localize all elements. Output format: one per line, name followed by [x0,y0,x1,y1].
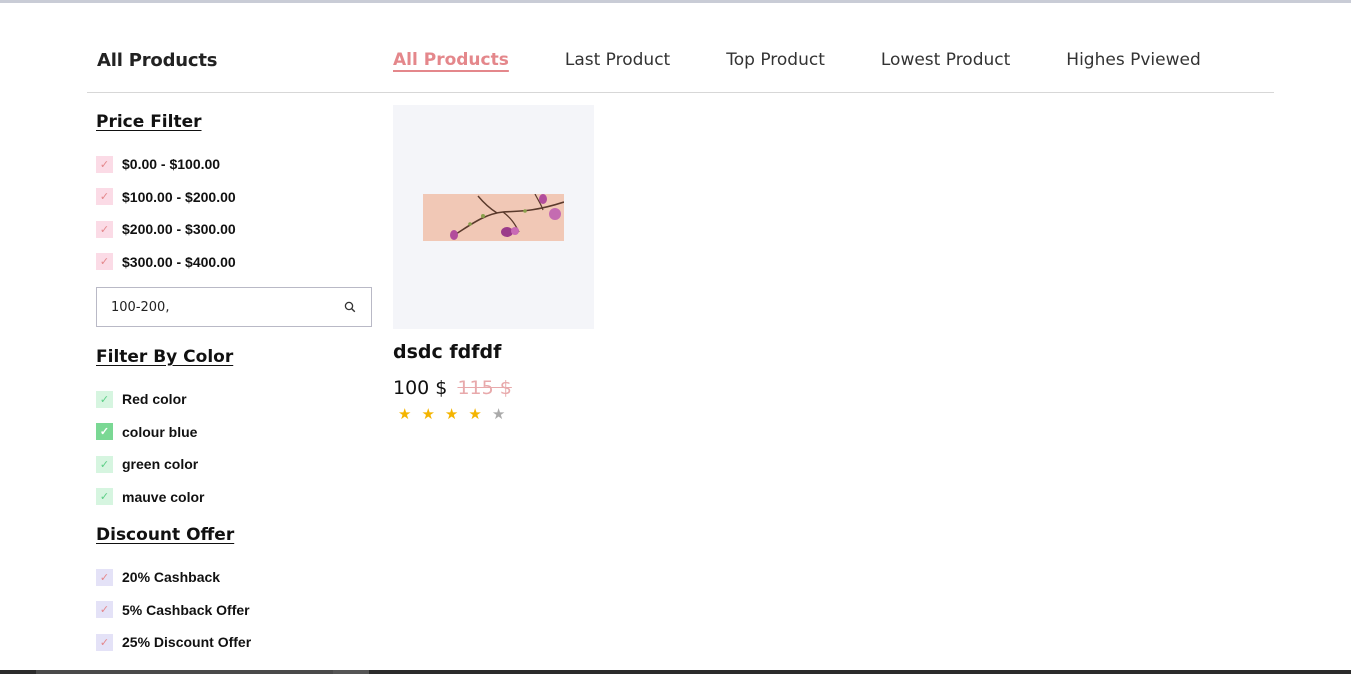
checkmark-icon[interactable]: ✓ [96,390,113,408]
discount-filter-list: ✓ 20% Cashback ✓ 5% Cashback Offer ✓ 25%… [96,561,372,659]
page-title: All Products [97,50,218,71]
color-filter-title: Filter By Color [96,347,234,367]
star-icon: ★ [468,406,482,423]
product-old-price: 115 $ [457,377,512,399]
filter-sidebar: Price Filter ✓ $0.00 - $100.00 ✓ $100.00… [96,112,372,659]
window-bottom-bar [0,670,1351,674]
checkmark-icon[interactable]: ✓ [96,423,113,441]
star-icon: ★ [444,406,459,423]
checkmark-icon[interactable]: ✓ [96,633,113,651]
products-header: All Products All Products Last Product T… [87,40,1274,93]
search-icon[interactable] [343,300,357,314]
price-filter-item[interactable]: ✓ $0.00 - $100.00 [96,148,372,181]
price-filter-item[interactable]: ✓ $100.00 - $200.00 [96,181,372,214]
checkmark-icon[interactable]: ✓ [96,488,113,506]
discount-filter-item[interactable]: ✓ 5% Cashback Offer [96,594,372,627]
checkmark-icon[interactable]: ✓ [96,601,113,619]
checkmark-icon[interactable]: ✓ [96,568,113,586]
product-rating: ★ ★ ★ ★ ★ [393,407,594,422]
taskbar-segment [333,670,369,674]
price-row: 100 $ 115 $ [393,377,594,399]
product-name[interactable]: dsdc fdfdf [393,341,594,363]
price-search-box [96,287,372,327]
checkmark-icon[interactable]: ✓ [96,455,113,473]
price-filter-label: $100.00 - $200.00 [122,188,236,205]
discount-filter-label: 25% Discount Offer [122,634,252,651]
product-price: 100 $ [393,377,448,399]
star-icon: ★ [421,406,435,423]
tab-top-product[interactable]: Top Product [726,50,825,70]
product-image [423,194,564,241]
discount-filter-label: 20% Cashback [122,569,221,586]
price-filter-label: $200.00 - $300.00 [122,221,236,238]
tab-lowest-product[interactable]: Lowest Product [881,50,1010,70]
color-filter-item[interactable]: ✓ mauve color [96,481,372,514]
tab-highes-pviewed[interactable]: Highes Pviewed [1066,50,1200,70]
star-icon: ★ [398,406,412,423]
price-filter-list: ✓ $0.00 - $100.00 ✓ $100.00 - $200.00 ✓ … [96,148,372,278]
taskbar-segment [36,670,336,674]
discount-filter-item[interactable]: ✓ 25% Discount Offer [96,626,372,659]
color-filter-label: mauve color [122,488,205,505]
discount-filter-label: 5% Cashback Offer [122,601,250,618]
product-image-box[interactable] [393,105,594,329]
color-filter-list: ✓ Red color ✓ colour blue ✓ green color … [96,383,372,513]
product-tabs: All Products Last Product Top Product Lo… [393,50,1257,70]
price-filter-label: $0.00 - $100.00 [122,156,221,173]
price-filter-item[interactable]: ✓ $200.00 - $300.00 [96,213,372,246]
checkmark-icon[interactable]: ✓ [96,188,113,206]
window-top-border [0,0,1351,3]
price-filter-title: Price Filter [96,112,202,132]
discount-filter-title: Discount Offer [96,525,235,545]
checkmark-icon[interactable]: ✓ [96,220,113,238]
price-filter-item[interactable]: ✓ $300.00 - $400.00 [96,246,372,279]
color-filter-label: colour blue [122,423,198,440]
color-filter-label: Red color [122,391,187,408]
color-filter-item[interactable]: ✓ colour blue [96,416,372,449]
tab-last-product[interactable]: Last Product [565,50,670,70]
color-filter-item[interactable]: ✓ green color [96,448,372,481]
checkmark-icon[interactable]: ✓ [96,253,113,271]
price-filter-label: $300.00 - $400.00 [122,253,236,270]
checkmark-icon[interactable]: ✓ [96,155,113,173]
price-search-input[interactable] [111,299,311,315]
product-card[interactable]: dsdc fdfdf 100 $ 115 $ ★ ★ ★ ★ ★ [393,105,594,422]
color-filter-label: green color [122,456,199,473]
discount-filter-item[interactable]: ✓ 20% Cashback [96,561,372,594]
tab-all-products[interactable]: All Products [393,50,509,70]
star-icon: ★ [491,406,506,423]
color-filter-item[interactable]: ✓ Red color [96,383,372,416]
